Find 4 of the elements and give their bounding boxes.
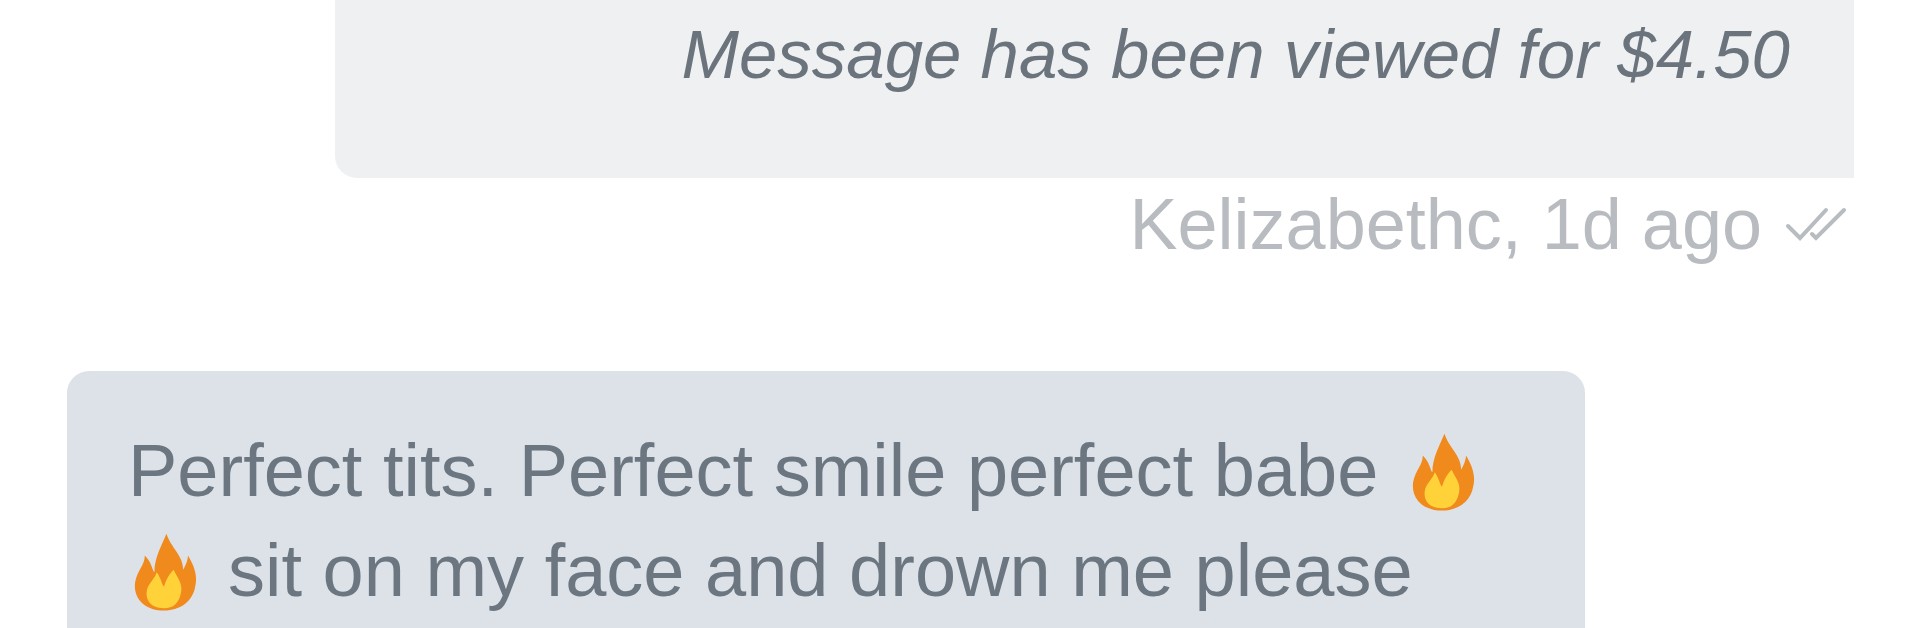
message-text: Message has been viewed for $4.50 [681,15,1790,95]
message-text: sit on my face and drown me please [228,528,1413,614]
message-text: Perfect tits. Perfect smile perfect babe [128,428,1379,514]
message-meta: Kelizabethc, 1d ago [1129,183,1762,266]
